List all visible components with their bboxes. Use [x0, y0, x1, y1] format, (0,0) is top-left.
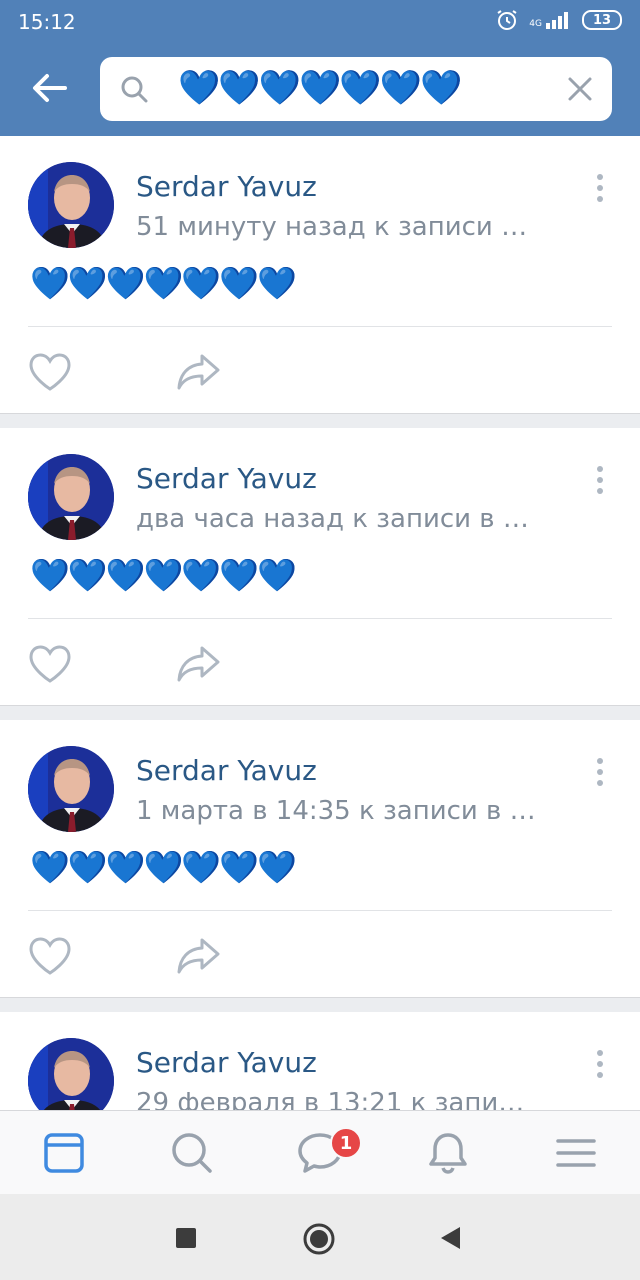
- comments-feed: Serdar Yavuz 51 минуту назад к записи в …: [0, 136, 640, 1110]
- author-name[interactable]: Serdar Yavuz: [136, 1046, 317, 1079]
- search-input-value[interactable]: 💙💙💙💙💙💙💙: [178, 68, 462, 108]
- more-vertical-icon[interactable]: [588, 172, 612, 204]
- bottom-tab-bar: 1: [0, 1110, 640, 1194]
- signal-icon: [546, 12, 568, 29]
- avatar[interactable]: [28, 454, 114, 540]
- comment-card: Serdar Yavuz 51 минуту назад к записи в …: [0, 136, 640, 414]
- comment-time: 1 марта в 14:35 к записи в: [136, 796, 510, 826]
- app-header: 15:12 4G 13 💙💙💙💙💙💙💙: [0, 0, 640, 136]
- comment-time: 29 февраля в 13:21 к записи...: [136, 1088, 536, 1110]
- author-name[interactable]: Serdar Yavuz: [136, 462, 317, 495]
- comment-text: 💙💙💙💙💙💙💙: [30, 556, 297, 594]
- comment-card: Serdar Yavuz 1 марта в 14:35 к записи в …: [0, 720, 640, 998]
- arrow-left-icon: [33, 74, 67, 102]
- heart-icon[interactable]: [28, 936, 72, 976]
- avatar[interactable]: [28, 162, 114, 248]
- network-type: 4G: [529, 19, 542, 29]
- status-icons: 4G 13: [495, 8, 622, 32]
- author-name[interactable]: Serdar Yavuz: [136, 754, 317, 787]
- comment-time: 51 минуту назад к записи в: [136, 212, 525, 242]
- status-bar: 15:12 4G 13: [0, 0, 640, 44]
- comment-meta: 29 февраля в 13:21 к записи...: [136, 1088, 536, 1110]
- battery-level: 13: [592, 12, 612, 28]
- comment-text: 💙💙💙💙💙💙💙: [30, 264, 297, 302]
- divider: [28, 618, 612, 619]
- comment-text: 💙💙💙💙💙💙💙: [30, 848, 297, 886]
- home-button[interactable]: [302, 1222, 336, 1256]
- share-icon[interactable]: [176, 644, 222, 684]
- messages-badge: 1: [330, 1127, 362, 1159]
- back-nav-button[interactable]: [438, 1225, 462, 1251]
- close-icon[interactable]: [564, 73, 596, 105]
- bell-icon[interactable]: [424, 1129, 472, 1177]
- comment-time: два часа назад к записи в: [136, 504, 503, 534]
- comment-meta: два часа назад к записи в Ро...: [136, 504, 536, 534]
- search-field[interactable]: 💙💙💙💙💙💙💙: [100, 57, 612, 121]
- news-tab-icon[interactable]: [40, 1129, 88, 1177]
- search-icon: [121, 76, 148, 103]
- divider: [28, 910, 612, 911]
- divider: [28, 326, 612, 327]
- comment-meta: 51 минуту назад к записи в Р...: [136, 212, 536, 242]
- heart-icon[interactable]: [28, 644, 72, 684]
- more-vertical-icon[interactable]: [588, 1048, 612, 1080]
- comment-card: Serdar Yavuz 29 февраля в 13:21 к записи…: [0, 1012, 640, 1110]
- system-nav-bar: [0, 1194, 640, 1280]
- avatar[interactable]: [28, 746, 114, 832]
- avatar[interactable]: [28, 1038, 114, 1110]
- back-button[interactable]: [26, 64, 74, 112]
- more-vertical-icon[interactable]: [588, 756, 612, 788]
- messages-badge-count: 1: [339, 1132, 353, 1154]
- more-vertical-icon[interactable]: [588, 464, 612, 496]
- comment-card: Serdar Yavuz два часа назад к записи в Р…: [0, 428, 640, 706]
- status-time: 15:12: [18, 10, 76, 34]
- share-icon[interactable]: [176, 352, 222, 392]
- comment-meta: 1 марта в 14:35 к записи в Р...: [136, 796, 536, 826]
- battery-indicator: 13: [582, 10, 622, 30]
- alarm-icon: [497, 10, 517, 30]
- menu-icon[interactable]: [552, 1129, 600, 1177]
- recents-button[interactable]: [174, 1226, 198, 1250]
- heart-icon[interactable]: [28, 352, 72, 392]
- search-tab-icon[interactable]: [168, 1129, 216, 1177]
- author-name[interactable]: Serdar Yavuz: [136, 170, 317, 203]
- share-icon[interactable]: [176, 936, 222, 976]
